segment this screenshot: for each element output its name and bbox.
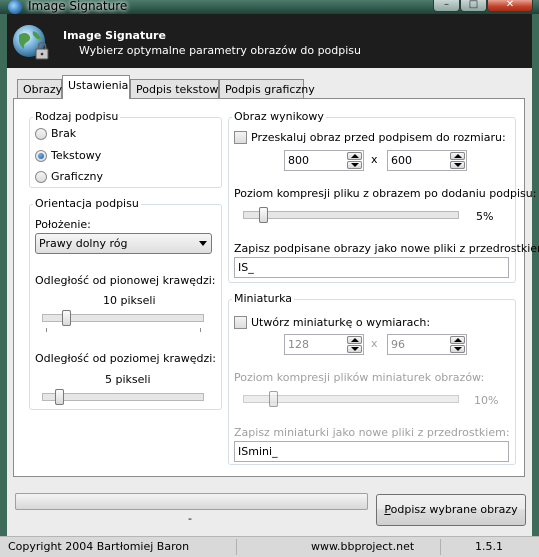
vertical-distance-value: 10 pikseli [103, 294, 156, 307]
output-image-legend: Obraz wynikowy [232, 110, 326, 123]
thumbnail-x-separator: x [371, 337, 378, 350]
window-frame-left [0, 14, 7, 536]
resize-label[interactable]: Przeskaluj obraz przed podpisem do rozmi… [251, 131, 506, 144]
resize-width-value: 800 [288, 154, 309, 167]
status-version: 1.5.1 [475, 540, 503, 553]
header-banner: Image Signature Wybierz optymalne parame… [7, 14, 532, 68]
resize-x-separator: x [371, 153, 378, 166]
spin-down-icon[interactable] [347, 345, 362, 353]
thumbnail-compression-label: Poziom kompresji plików miniaturek obraz… [234, 371, 485, 384]
radio-brak[interactable] [35, 128, 47, 140]
horizontal-distance-track [42, 393, 204, 401]
thumbnail-prefix-input[interactable]: ISmini_ [234, 441, 509, 462]
radio-tekstowy-label[interactable]: Tekstowy [51, 149, 101, 162]
vertical-distance-label: Odległość od pionowej krawędzi: [35, 274, 216, 287]
spin-up-icon[interactable] [347, 152, 362, 160]
output-prefix-value: IS_ [238, 261, 254, 274]
thumbnail-create-label[interactable]: Utwórz miniaturkę o wymiarach: [251, 316, 430, 329]
position-label: Położenie: [35, 218, 91, 231]
close-button[interactable]: ✕ [487, 0, 533, 12]
spin-up-icon[interactable] [347, 336, 362, 344]
position-select-value: Prawy dolny róg [39, 237, 128, 250]
settings-tab-panel: Rodzaj podpisu Brak Tekstowy Graficzny O… [13, 98, 539, 477]
vertical-distance-slider[interactable] [62, 310, 71, 326]
thumbnail-legend: Miniaturka [232, 292, 295, 305]
spin-up-icon[interactable] [450, 152, 465, 160]
resize-height-value: 600 [391, 154, 412, 167]
radio-graficzny[interactable] [35, 171, 47, 183]
spin-buttons[interactable] [450, 336, 465, 353]
spin-up-icon[interactable] [450, 336, 465, 344]
thumbnail-width-value: 128 [288, 338, 309, 351]
spin-buttons[interactable] [347, 152, 362, 169]
tab-obrazy[interactable]: Obrazy [17, 79, 62, 99]
radio-graficzny-label[interactable]: Graficzny [51, 170, 103, 183]
window-title: Image Signature [28, 0, 128, 13]
thumbnail-prefix-value: ISmini_ [238, 445, 278, 458]
thumbnail-compression-slider[interactable] [269, 391, 278, 407]
horizontal-distance-label: Odległość od poziomej krawędzi: [35, 352, 217, 365]
tab-podpis-tekstowy[interactable]: Podpis tekstowy [130, 79, 225, 99]
spin-buttons[interactable] [450, 152, 465, 169]
spin-down-icon[interactable] [450, 345, 465, 353]
chevron-down-icon [199, 241, 207, 246]
header-title: Image Signature [63, 29, 166, 42]
horizontal-distance-slider[interactable] [55, 389, 64, 405]
spin-buttons[interactable] [347, 336, 362, 353]
thumbnail-prefix-label: Zapisz miniaturki jako nowe pliki z prze… [234, 426, 510, 439]
radio-brak-label[interactable]: Brak [51, 127, 76, 140]
thumbnail-height-value: 96 [391, 338, 405, 351]
sign-images-button[interactable]: Podpisz wybrane obrazy [376, 494, 526, 526]
progress-bar [15, 493, 368, 510]
radio-tekstowy[interactable] [35, 150, 47, 162]
window-frame-right [532, 14, 539, 536]
status-copyright: Copyright 2004 Bartłomiej Baron [8, 540, 190, 553]
output-compression-label: Poziom kompresji pliku z obrazem po doda… [234, 187, 537, 200]
tab-ustawienia[interactable]: Ustawienia [62, 75, 130, 99]
output-prefix-label: Zapisz podpisane obrazy jako nowe pliki … [234, 242, 539, 255]
output-compression-value: 5% [476, 210, 494, 223]
app-icon [8, 0, 22, 14]
resize-checkbox[interactable] [234, 131, 247, 144]
slider-tick [46, 328, 47, 332]
tab-podpis-graficzny[interactable]: Podpis graficzny [219, 79, 315, 99]
status-website: www.bbproject.net [311, 540, 415, 553]
status-separator [236, 539, 237, 555]
output-prefix-input[interactable]: IS_ [234, 257, 509, 278]
minimize-button[interactable]: – [433, 0, 460, 12]
maximize-button[interactable]: □ [460, 0, 487, 12]
thumbnail-height-spinner[interactable]: 96 [387, 334, 467, 355]
orientation-legend: Orientacja podpisu [33, 197, 141, 210]
thumbnail-width-spinner[interactable]: 128 [284, 334, 364, 355]
thumbnail-checkbox[interactable] [234, 316, 247, 329]
spin-down-icon[interactable] [347, 161, 362, 169]
resize-width-spinner[interactable]: 800 [284, 150, 364, 171]
progress-status-text: - [188, 512, 192, 525]
slider-tick [200, 328, 201, 332]
horizontal-distance-value: 5 pikseli [105, 373, 151, 386]
output-compression-track [243, 211, 459, 219]
title-bar: Image Signature – □ ✕ [0, 0, 539, 14]
status-separator [440, 539, 441, 555]
status-bar: Copyright 2004 Bartłomiej Baron www.bbpr… [0, 536, 539, 557]
header-subtitle: Wybierz optymalne parametry obrazów do p… [79, 44, 362, 57]
output-compression-slider[interactable] [259, 207, 268, 223]
signature-type-legend: Rodzaj podpisu [33, 110, 121, 123]
globe-lock-icon [13, 25, 49, 60]
resize-height-spinner[interactable]: 600 [387, 150, 467, 171]
position-select[interactable]: Prawy dolny róg [35, 233, 212, 254]
sign-button-label: odpisz wybrane obrazy [390, 503, 518, 516]
thumbnail-compression-value: 10% [474, 394, 499, 407]
spin-down-icon[interactable] [450, 161, 465, 169]
